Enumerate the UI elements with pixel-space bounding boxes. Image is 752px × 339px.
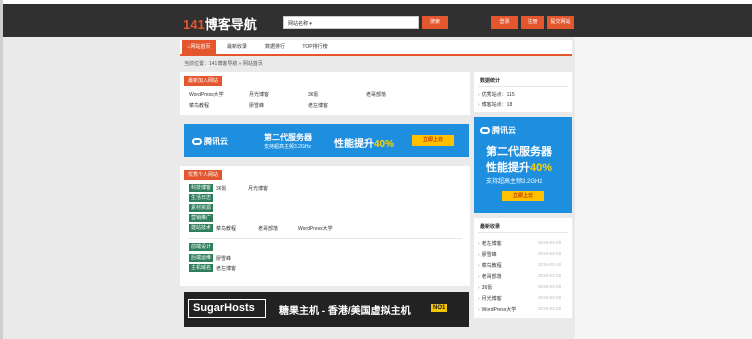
breadcrumb: 当前位置：141博客导航 » 网站首页: [184, 61, 263, 67]
site-link[interactable]: 36氪: [216, 185, 227, 192]
category-tag[interactable]: 素材资源: [189, 204, 214, 212]
category-tag[interactable]: 科技博客: [189, 184, 214, 192]
latest-item[interactable]: 廖雪峰: [478, 251, 497, 258]
main-nav: ⌂网站首页 最新收录 数据排行 TOP排行榜: [180, 40, 572, 56]
latest-date: 2019-03-28: [538, 306, 562, 311]
banner-subline: 支持超高主频3.2GHz: [264, 144, 311, 150]
tencent-cloud-logo: 腾讯云: [480, 125, 516, 136]
site-link[interactable]: 老哥部落: [258, 225, 278, 232]
banner-cta-button[interactable]: 立即上云: [502, 191, 544, 201]
panel-title: 最新加入网站: [184, 76, 223, 86]
login-button[interactable]: 登录: [491, 16, 518, 29]
site-link[interactable]: 36氪: [308, 91, 319, 98]
sugarhosts-banner[interactable]: SugarHosts 糖果主机 - 香港/美国虚拟主机 NO1: [184, 292, 469, 327]
site-link[interactable]: WordPress大学: [189, 91, 224, 98]
search-box[interactable]: 网站名称 ▾: [283, 16, 419, 29]
latest-title: 最新收录: [480, 224, 501, 230]
personal-sites-panel: 优秀个人网站 科技博客 36氪 月光博客生活日志素材资源营销推广建站技术 菜鸟教程 老哥…: [180, 166, 470, 286]
site-link[interactable]: 老左博客: [308, 102, 328, 109]
latest-date: 2019-03-28: [538, 273, 562, 278]
divider: [478, 232, 568, 233]
banner-performance: 性能提升40%: [334, 139, 395, 150]
site-link[interactable]: 菜鸟教程: [189, 102, 209, 109]
search-type-select[interactable]: 网站名称 ▾: [288, 20, 312, 27]
latest-date: 2019-03-28: [538, 295, 562, 300]
category-tag[interactable]: 主机域名: [189, 264, 214, 272]
no1-badge: NO1: [431, 304, 448, 312]
category-tag[interactable]: 后端运维: [189, 254, 214, 262]
register-button[interactable]: 注册: [521, 16, 544, 29]
banner-headline: 第二代服务器: [486, 146, 552, 158]
sugarhosts-logo: SugarHosts: [188, 299, 266, 318]
left-edge: [0, 0, 3, 339]
tab-latest[interactable]: 最新收录: [222, 40, 252, 54]
site-link[interactable]: 菜鸟教程: [216, 225, 236, 232]
tab-home[interactable]: ⌂网站首页: [182, 40, 216, 54]
search-button[interactable]: 搜索: [422, 16, 448, 29]
site-link[interactable]: 廖雪峰: [249, 102, 264, 109]
banner-cta-button[interactable]: 立即上云: [412, 135, 454, 146]
latest-item[interactable]: 菜鸟教程: [478, 262, 502, 269]
latest-date: 2019-03-28: [538, 262, 562, 267]
recent-sites-panel: 最新加入网站 WordPress大学 月光博客 36氪 老哥部落 菜鸟教程 廖雪…: [180, 72, 470, 115]
logo-number: 141: [183, 17, 205, 32]
divider: [188, 238, 462, 239]
tencent-cloud-side-banner[interactable]: 腾讯云 第二代服务器 性能提升40% 支持超高主频3.2GHz 立即上云: [474, 117, 572, 213]
latest-item[interactable]: 月光博客: [478, 295, 502, 302]
tencent-cloud-logo: 腾讯云: [192, 136, 228, 147]
cloud-icon: [192, 138, 202, 146]
stats-title: 数据统计: [480, 78, 501, 84]
tencent-cloud-banner[interactable]: 腾讯云 第二代服务器 支持超高主频3.2GHz 性能提升40% 立即上云: [184, 124, 469, 157]
latest-item[interactable]: 36氪: [478, 284, 493, 291]
category-tag[interactable]: 建站技术: [189, 224, 214, 232]
sugarhosts-slogan: 糖果主机 - 香港/美国虚拟主机: [279, 306, 411, 317]
banner-headline: 第二代服务器: [264, 133, 312, 142]
stat-blogs: 博客站点：18: [478, 101, 513, 108]
stat-sites: 优秀站点：115: [478, 91, 515, 98]
site-link[interactable]: 老哥部落: [366, 91, 386, 98]
category-tag[interactable]: 前端设计: [189, 243, 214, 251]
site-header: 141博客导航 网站名称 ▾ 搜索 登录 注册 提交网站: [3, 4, 752, 37]
banner-subline: 支持超高主频3.2GHz: [486, 179, 543, 185]
latest-item[interactable]: 老哥部落: [478, 273, 502, 280]
cloud-icon: [480, 127, 490, 135]
site-link[interactable]: WordPress大学: [298, 225, 333, 232]
category-tag[interactable]: 生活日志: [189, 194, 214, 202]
latest-date: 2019-03-28: [538, 251, 562, 256]
latest-date: 2019-03-28: [538, 284, 562, 289]
tab-top[interactable]: TOP排行榜: [298, 40, 332, 54]
site-logo[interactable]: 141博客导航: [183, 14, 257, 33]
site-link[interactable]: 老左博客: [216, 265, 236, 272]
category-tag[interactable]: 营销推广: [189, 214, 214, 222]
divider: [478, 86, 568, 87]
site-link[interactable]: 月光博客: [249, 91, 269, 98]
site-link[interactable]: 月光博客: [248, 185, 268, 192]
submit-site-button[interactable]: 提交网站: [547, 16, 574, 29]
site-link[interactable]: 廖雪峰: [216, 255, 231, 262]
logo-text: 博客导航: [204, 17, 257, 32]
panel-title: 优秀个人网站: [184, 170, 223, 180]
banner-performance: 性能提升40%: [486, 162, 553, 174]
right-background: [575, 37, 752, 339]
latest-date: 2019-03-28: [538, 240, 562, 245]
tab-ranking[interactable]: 数据排行: [260, 40, 290, 54]
latest-item[interactable]: WordPress大学: [478, 306, 517, 313]
latest-item[interactable]: 老左博客: [478, 240, 502, 247]
